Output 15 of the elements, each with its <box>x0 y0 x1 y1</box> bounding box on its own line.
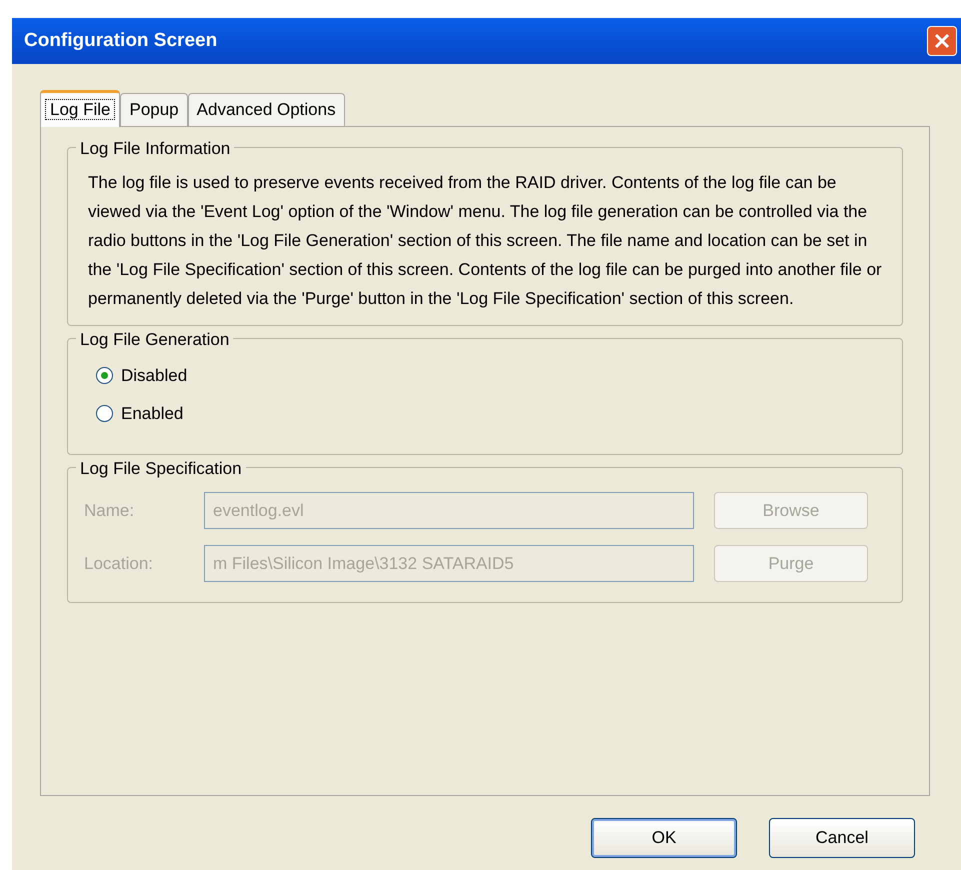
radio-option[interactable]: Enabled <box>96 400 886 426</box>
window-title: Configuration Screen <box>24 28 218 53</box>
dialog-button[interactable]: Cancel <box>769 818 915 858</box>
radio-option[interactable]: Disabled <box>96 363 886 388</box>
tab[interactable]: Advanced Options <box>188 93 345 126</box>
info-paragraph: The log file is used to preserve events received from the RAID driver. Contents of the log file can be viewed via the 'Event Log' option of the 'Window' menu. The log file generation can be controlled via the radio buttons in the 'Log File Generation' section of this screen. The file name and location can be set in the 'Log File Specification' section of this screen. Contents of the log file can be purged into another file or permanently deleted via the 'Purge' button in the 'Log File Specification' section of this screen. <box>87 172 883 310</box>
dialog-button[interactable]: OK <box>591 818 737 858</box>
tab[interactable]: Popup <box>120 93 188 126</box>
close-icon <box>933 32 951 50</box>
close-button[interactable] <box>927 26 957 56</box>
radio-button[interactable] <box>96 404 113 422</box>
radio-button[interactable] <box>96 367 113 384</box>
field-label: Name: <box>84 500 136 522</box>
field-label: Location: <box>84 552 154 575</box>
tab[interactable]: Log File <box>40 90 120 127</box>
